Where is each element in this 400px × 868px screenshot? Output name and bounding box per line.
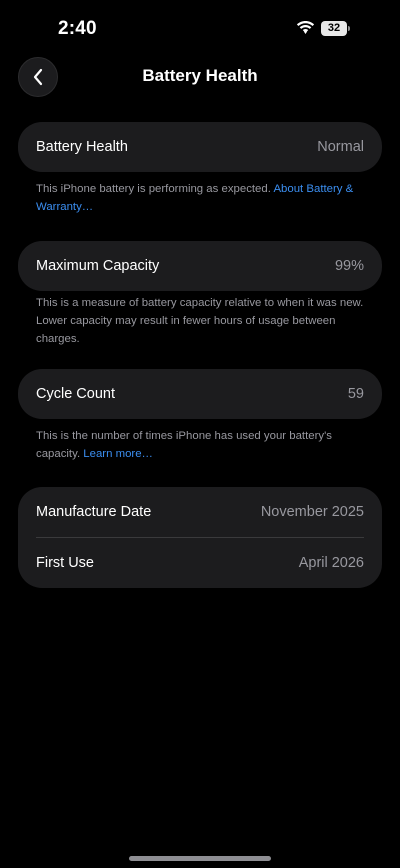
learn-more-link[interactable]: Learn more…	[83, 448, 153, 460]
first-use-label: First Use	[36, 555, 94, 571]
manufacture-date-row: Manufacture Date November 2025	[18, 487, 382, 537]
battery-level: 32	[321, 21, 347, 36]
status-bar: 2:40 32	[0, 0, 400, 56]
home-indicator[interactable]	[129, 856, 271, 861]
manufacture-date-label: Manufacture Date	[36, 504, 152, 520]
cycle-count-note: This is the number of times iPhone has u…	[36, 427, 370, 463]
battery-tip	[348, 26, 350, 31]
battery-health-card: Battery Health Normal	[18, 122, 382, 172]
battery-health-note-text: This iPhone battery is performing as exp…	[36, 183, 271, 195]
cycle-count-label: Cycle Count	[36, 386, 115, 402]
maximum-capacity-row: Maximum Capacity 99%	[18, 241, 382, 291]
first-use-row: First Use April 2026	[18, 538, 382, 588]
dates-card: Manufacture Date November 2025 First Use…	[18, 487, 382, 588]
manufacture-date-value: November 2025	[260, 504, 364, 520]
battery-icon: 32	[321, 21, 351, 36]
cycle-count-value: 59	[347, 386, 364, 402]
maximum-capacity-label: Maximum Capacity	[36, 258, 160, 274]
status-time: 2:40	[58, 18, 97, 39]
maximum-capacity-value: 99%	[334, 258, 364, 274]
wifi-icon	[296, 21, 315, 34]
cycle-count-row: Cycle Count 59	[18, 369, 382, 419]
maximum-capacity-card: Maximum Capacity 99%	[18, 241, 382, 291]
page-title: Battery Health	[142, 66, 258, 85]
battery-health-value: Normal	[317, 139, 364, 155]
battery-health-row: Battery Health Normal	[18, 122, 382, 172]
battery-health-label: Battery Health	[36, 139, 128, 155]
cycle-count-card: Cycle Count 59	[18, 369, 382, 419]
cycle-count-note-text: This is the number of times iPhone has u…	[36, 430, 332, 460]
maximum-capacity-note: This is a measure of battery capacity re…	[36, 297, 364, 345]
first-use-value: April 2026	[298, 555, 364, 571]
battery-health-note: This iPhone battery is performing as exp…	[36, 180, 370, 216]
